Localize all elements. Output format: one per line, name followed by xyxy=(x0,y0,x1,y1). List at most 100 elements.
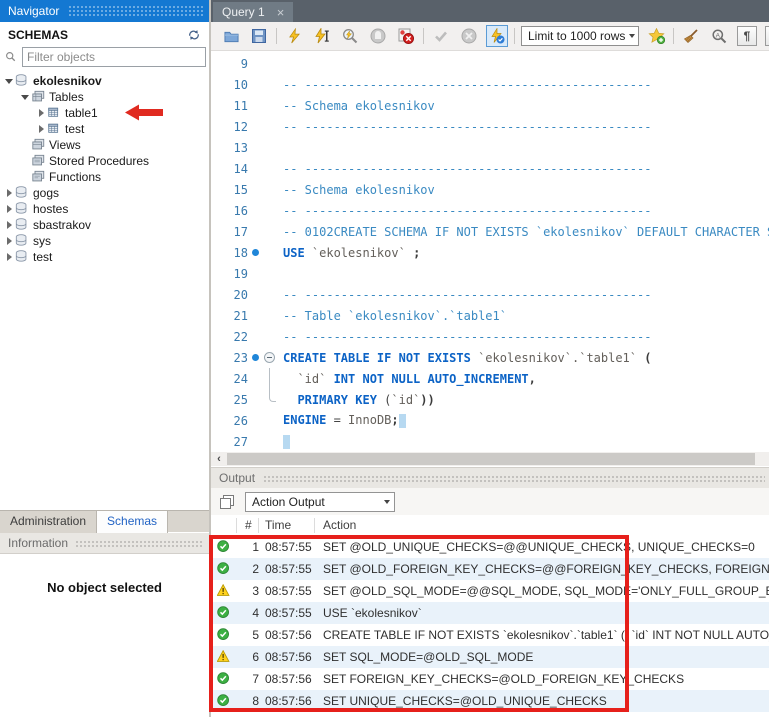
row-index: 1 xyxy=(237,540,259,554)
filter-input-box[interactable] xyxy=(22,47,206,67)
output-row-3[interactable]: 308:57:55SET @OLD_SQL_MODE=@@SQL_MODE, S… xyxy=(211,580,769,602)
line-number: 17 xyxy=(211,225,248,239)
editor-line-12[interactable]: 12-- -----------------------------------… xyxy=(211,116,769,137)
tree-item-sys[interactable]: sys xyxy=(0,233,209,249)
statement-marker-icon xyxy=(248,249,262,256)
row-time: 08:57:55 xyxy=(259,606,315,620)
tree-item-gogs[interactable]: gogs xyxy=(0,185,209,201)
expand-right-icon[interactable] xyxy=(4,221,14,229)
tree-item-label: hostes xyxy=(33,202,68,216)
line-number: 16 xyxy=(211,204,248,218)
line-number: 15 xyxy=(211,183,248,197)
editor-line-20[interactable]: 20-- -----------------------------------… xyxy=(211,284,769,305)
tree-item-label: test xyxy=(33,250,52,264)
filter-input[interactable] xyxy=(23,48,205,66)
editor-line-17[interactable]: 17 -- 0102CREATE SCHEMA IF NOT EXISTS `ek… xyxy=(211,221,769,242)
output-view-select[interactable]: Action Output xyxy=(245,492,395,512)
editor-line-18[interactable]: 18USE `ekolesnikov` ; xyxy=(211,242,769,263)
close-tab-icon[interactable]: × xyxy=(277,6,285,19)
expand-down-icon[interactable] xyxy=(20,95,30,100)
tree-item-functions[interactable]: Functions xyxy=(0,169,209,185)
editor-line-25[interactable]: 25 PRIMARY KEY (`id`)) xyxy=(211,389,769,410)
line-number: 12 xyxy=(211,120,248,134)
tree-item-tables[interactable]: Tables xyxy=(0,89,209,105)
toggle-autocommit-button[interactable] xyxy=(486,25,508,47)
editor-line-13[interactable]: 13 xyxy=(211,137,769,158)
code-text: `id` INT NOT NULL AUTO_INCREMENT, xyxy=(283,372,769,386)
row-index: 3 xyxy=(237,584,259,598)
code-text: -- 0102CREATE SCHEMA IF NOT EXISTS `ekol… xyxy=(283,225,769,239)
editor-line-27[interactable]: 27 xyxy=(211,431,769,452)
tree-item-views[interactable]: Views xyxy=(0,137,209,153)
editor-line-24[interactable]: 24 `id` INT NOT NULL AUTO_INCREMENT, xyxy=(211,368,769,389)
navigator-panel: Navigator SCHEMAS ekolesnikovTablestable… xyxy=(0,0,211,717)
toggle-stop-on-error-button[interactable] xyxy=(395,25,417,47)
code-text: -- Schema ekolesnikov xyxy=(283,99,769,113)
editor-line-9[interactable]: 9 xyxy=(211,53,769,74)
editor-line-14[interactable]: 14-- -----------------------------------… xyxy=(211,158,769,179)
editor-line-19[interactable]: 19 xyxy=(211,263,769,284)
expand-right-icon[interactable] xyxy=(4,205,14,213)
wrap-text-button[interactable] xyxy=(764,25,769,47)
output-row-2[interactable]: 208:57:55SET @OLD_FOREIGN_KEY_CHECKS=@@F… xyxy=(211,558,769,580)
expand-right-icon[interactable] xyxy=(36,125,46,133)
save-script-button[interactable] xyxy=(248,25,270,47)
tree-item-stored-procedures[interactable]: Stored Procedures xyxy=(0,153,209,169)
fold-space xyxy=(262,53,283,74)
row-action: USE `ekolesnikov` xyxy=(315,606,769,620)
tab-schemas[interactable]: Schemas xyxy=(97,511,168,533)
beautify-script-button[interactable] xyxy=(680,25,702,47)
tree-item-sbastrakov[interactable]: sbastrakov xyxy=(0,217,209,233)
output-row-1[interactable]: 108:57:55SET @OLD_UNIQUE_CHECKS=@@UNIQUE… xyxy=(211,536,769,558)
execute-current-statement-button[interactable] xyxy=(311,25,333,47)
cross-icon xyxy=(461,28,477,44)
line-number: 19 xyxy=(211,267,248,281)
tree-item-label: Views xyxy=(49,138,81,152)
execute-statements-button[interactable] xyxy=(283,25,305,47)
show-invisibles-button[interactable]: ¶ xyxy=(736,25,758,47)
scrollbar-thumb[interactable] xyxy=(227,453,755,465)
output-row-4[interactable]: 408:57:55USE `ekolesnikov` xyxy=(211,602,769,624)
scroll-left-arrow-icon[interactable]: ‹ xyxy=(211,453,227,465)
expand-down-icon[interactable] xyxy=(4,79,14,84)
output-row-6[interactable]: 608:57:56SET SQL_MODE=@OLD_SQL_MODE xyxy=(211,646,769,668)
tab-administration[interactable]: Administration xyxy=(0,511,97,533)
editor-line-15[interactable]: 15-- Schema ekolesnikov xyxy=(211,179,769,200)
sql-editor[interactable]: 910-- ----------------------------------… xyxy=(211,51,769,452)
tree-item-table1[interactable]: table1 xyxy=(0,105,209,121)
output-row-8[interactable]: 808:57:56SET UNIQUE_CHECKS=@OLD_UNIQUE_C… xyxy=(211,690,769,712)
refresh-schemas-icon[interactable] xyxy=(187,28,201,42)
tree-item-ekolesnikov[interactable]: ekolesnikov xyxy=(0,73,209,89)
explain-statement-button[interactable] xyxy=(339,25,361,47)
editor-line-21[interactable]: 21-- Table `ekolesnikov`.`table1` xyxy=(211,305,769,326)
row-time: 08:57:55 xyxy=(259,562,315,576)
tab-query-1[interactable]: Query 1 × xyxy=(213,2,293,22)
save-snippet-button[interactable] xyxy=(645,25,667,47)
editor-line-22[interactable]: 22-- -----------------------------------… xyxy=(211,326,769,347)
expand-right-icon[interactable] xyxy=(36,109,46,117)
code-text: -- -------------------------------------… xyxy=(283,78,769,92)
code-text: USE `ekolesnikov` ; xyxy=(283,246,769,260)
editor-line-16[interactable]: 16-- -----------------------------------… xyxy=(211,200,769,221)
success-icon xyxy=(217,562,231,576)
expand-right-icon[interactable] xyxy=(4,237,14,245)
output-column-header: # Time Action xyxy=(211,515,769,536)
code-text: -- -------------------------------------… xyxy=(283,288,769,302)
fold-start-icon[interactable] xyxy=(262,347,283,368)
editor-line-23[interactable]: 23CREATE TABLE IF NOT EXISTS `ekolesniko… xyxy=(211,347,769,368)
expand-right-icon[interactable] xyxy=(4,253,14,261)
editor-line-11[interactable]: 11-- Schema ekolesnikov xyxy=(211,95,769,116)
find-panel-button[interactable]: A xyxy=(708,25,730,47)
editor-line-10[interactable]: 10-- -----------------------------------… xyxy=(211,74,769,95)
output-row-5[interactable]: 508:57:56CREATE TABLE IF NOT EXISTS `eko… xyxy=(211,624,769,646)
editor-line-26[interactable]: 26ENGINE = InnoDB; xyxy=(211,410,769,431)
output-controls: Action Output xyxy=(211,488,769,515)
output-row-7[interactable]: 708:57:56SET FOREIGN_KEY_CHECKS=@OLD_FOR… xyxy=(211,668,769,690)
tree-item-hostes[interactable]: hostes xyxy=(0,201,209,217)
tree-item-test[interactable]: test xyxy=(0,121,209,137)
expand-right-icon[interactable] xyxy=(4,189,14,197)
editor-horizontal-scrollbar[interactable]: ‹ xyxy=(211,452,769,466)
tree-item-test[interactable]: test xyxy=(0,249,209,265)
open-script-button[interactable] xyxy=(220,25,242,47)
limit-rows-select[interactable]: Limit to 1000 rows xyxy=(521,26,639,46)
